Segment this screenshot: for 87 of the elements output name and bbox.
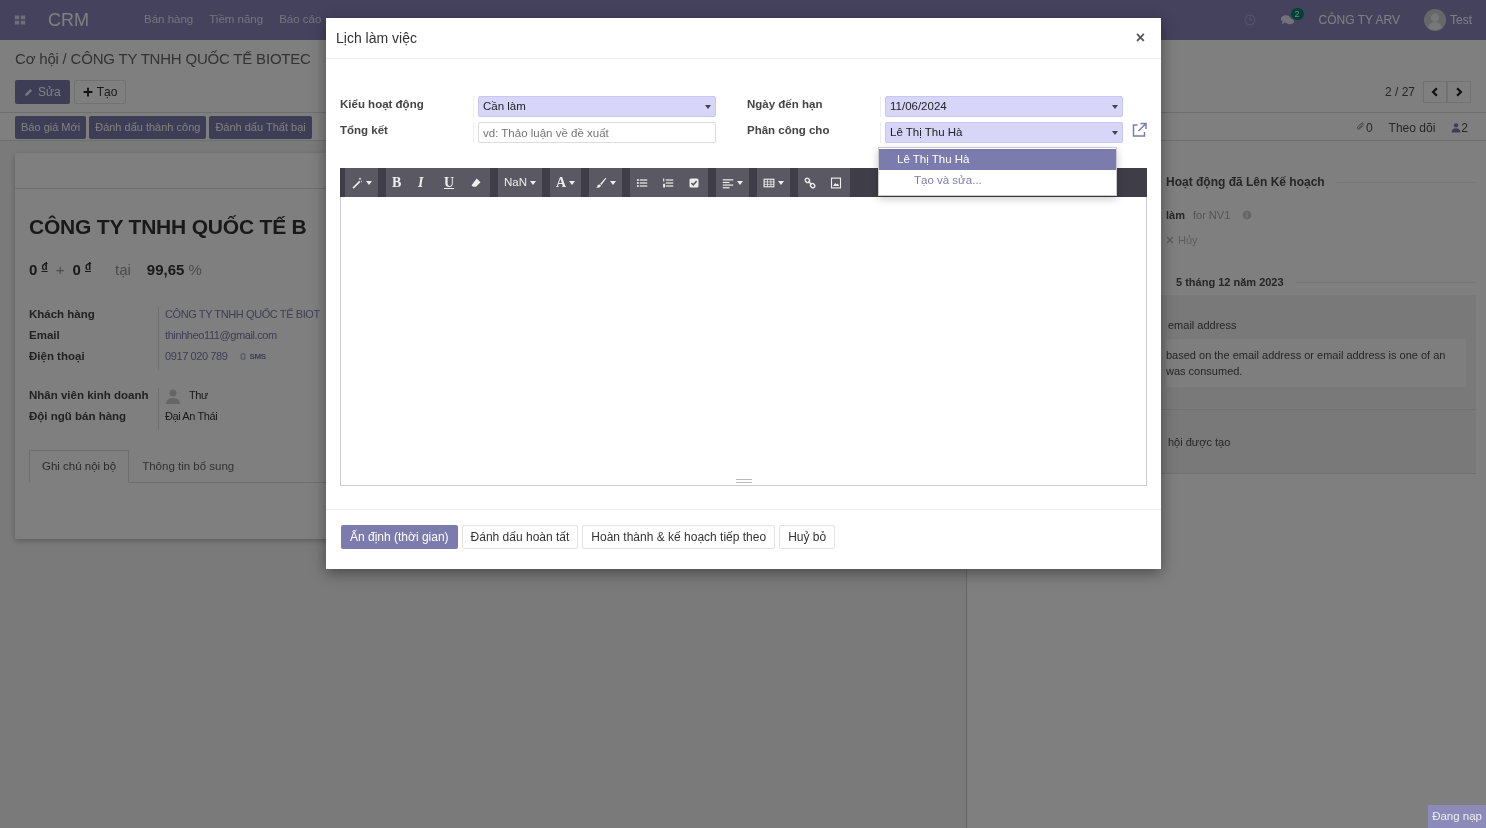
field-value[interactable]: 0917 020 789 (165, 349, 228, 364)
brush-icon (595, 176, 608, 189)
tab[interactable]: Thông tin bổ sung (129, 450, 248, 484)
next-icon[interactable] (1447, 81, 1471, 103)
sms-button[interactable]: SMS (239, 349, 266, 364)
tab[interactable]: Ghi chú nội bộ (29, 450, 130, 484)
dialog-button[interactable]: Ấn định (thời gian) (341, 525, 458, 549)
field-value[interactable]: CÔNG TY TNHH QUỐC TẾ BIOT (165, 307, 320, 322)
brush-button[interactable] (589, 168, 623, 197)
message-subject: hội được tạo (1167, 435, 1232, 450)
probability: 99,65 % (146, 259, 202, 280)
dialog-button[interactable]: Đánh dấu hoàn tất (461, 525, 579, 549)
followers-counter[interactable]: 2 (1451, 118, 1468, 137)
eraser-button[interactable] (464, 168, 490, 197)
image-button[interactable] (824, 168, 851, 197)
bulleted-list-button[interactable] (630, 168, 657, 197)
field-value[interactable]: thinhheo111@gmail.com (165, 328, 277, 343)
field-label: Email (29, 328, 159, 349)
image-icon (830, 176, 843, 189)
create-and-edit-option[interactable]: Tạo và sửa... (879, 170, 1116, 191)
pager-value: 2 / 27 (1384, 84, 1415, 101)
text-field[interactable]: vd: Thảo luận về đề xuất (478, 122, 716, 143)
field-label: Tổng kết (340, 122, 474, 143)
attachment-counter[interactable]: 0 (1355, 118, 1373, 137)
assignee-field[interactable]: Lê Thị Thu Hà (885, 122, 1123, 143)
dialog-title: Lịch làm việc (336, 28, 417, 48)
date-separator: 5 tháng 12 năm 2023 (1176, 275, 1284, 290)
table-icon (763, 176, 776, 189)
field-label: Đội ngũ bán hàng (29, 409, 159, 430)
font-color-button[interactable]: A (550, 168, 582, 197)
dialog-button[interactable]: Huỷ bỏ (779, 525, 836, 549)
breadcrumb[interactable]: Cơ hội / CÔNG TY TNHH QUỐC TẾ BIOTEC (15, 48, 311, 72)
message-subject: email address (1167, 317, 1238, 333)
magic-wand-icon (351, 176, 363, 189)
table-button[interactable] (757, 168, 791, 197)
field-label: Kiểu hoạt động (340, 96, 474, 117)
checkbox-icon (688, 176, 701, 189)
select-field[interactable]: Cần làm (478, 96, 716, 117)
field-value: Đại An Thái (165, 409, 218, 424)
select-field[interactable]: 11/06/2024 (885, 96, 1123, 117)
status-action-button[interactable]: Đánh dấu Thất bại (209, 116, 312, 139)
amount: 0 đ (29, 259, 48, 280)
loading-indicator: Đang nạp (1428, 804, 1486, 828)
close-icon (1166, 235, 1174, 244)
underline-button[interactable]: U (438, 168, 464, 197)
field-value[interactable]: Thư (189, 388, 208, 403)
previous-icon[interactable] (1423, 81, 1447, 103)
external-link-icon[interactable] (1131, 122, 1148, 138)
eraser-icon (470, 176, 482, 189)
dialog-button[interactable]: Hoàn thành & kế hoạch tiếp theo (582, 525, 776, 549)
font-size-button[interactable]: NaN (498, 168, 542, 197)
activity-type: làm (1166, 208, 1185, 223)
bulleted-list-icon (636, 176, 649, 189)
dropdown-option[interactable]: Lê Thị Thu Hà (879, 149, 1116, 170)
plus-icon (82, 87, 93, 97)
paperclip-icon (1355, 122, 1366, 133)
phone-icon (239, 352, 246, 361)
field-label: Ngày đến hạn (747, 96, 881, 117)
resize-handle[interactable] (735, 479, 752, 483)
record-title: CÔNG TY TNHH QUỐC TẾ B (29, 214, 307, 240)
message-body: based on the email address or email address is one of an was consumed. (1166, 339, 1466, 387)
link-icon (804, 176, 817, 189)
amount: 0 đ (72, 259, 91, 280)
section-heading: Hoạt động đã Lên Kế hoạch (1166, 174, 1325, 191)
user-avatar-icon (165, 388, 181, 404)
plus-sign: + (55, 259, 65, 280)
unread-badge: 2 (1290, 7, 1304, 20)
link-button[interactable] (798, 168, 825, 197)
numbered-list-icon (662, 176, 675, 189)
status-action-button[interactable]: Đánh dấu thành công (89, 116, 207, 139)
checkbox-button[interactable] (682, 168, 709, 197)
magic-wand-button[interactable] (345, 168, 378, 197)
italic-button[interactable]: I (412, 168, 438, 197)
align-icon (722, 176, 735, 189)
edit-button[interactable]: Sửa (15, 80, 70, 104)
align-button[interactable] (716, 168, 750, 197)
field-label: Phân công cho (747, 122, 881, 143)
field-label: Nhân viên kinh doanh (29, 388, 159, 409)
pencil-icon (24, 87, 34, 97)
create-button[interactable]: Tạo (73, 80, 127, 104)
follow-button[interactable]: Theo dõi (1388, 118, 1436, 137)
chat-icon[interactable] (1279, 13, 1295, 27)
bold-button[interactable]: B (386, 168, 412, 197)
person-icon (1451, 122, 1462, 133)
field-label: Khách hàng (29, 307, 159, 328)
status-action-button[interactable]: Báo giá Mới (15, 116, 87, 139)
field-label: Điện thoại (29, 349, 159, 370)
